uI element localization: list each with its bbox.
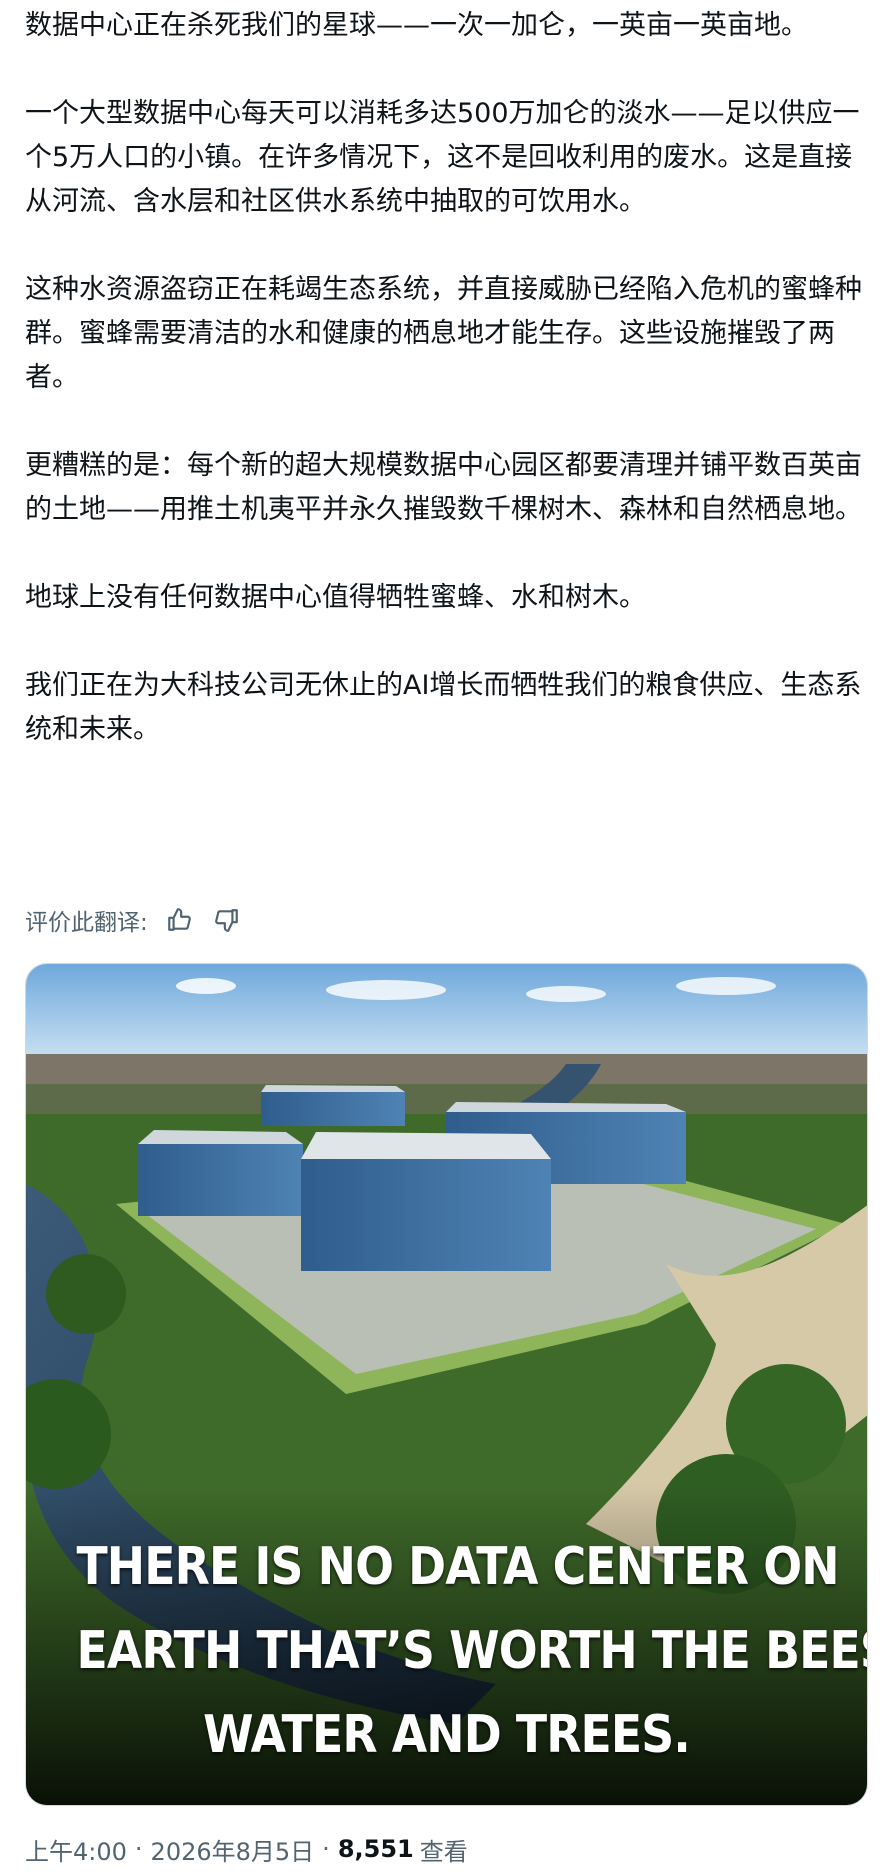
post-body: 数据中心正在杀死我们的星球——一次一加仑，一英亩一英亩地。 一个大型数据中心每天… <box>25 0 875 752</box>
post-paragraph-2: 一个大型数据中心每天可以消耗多达500万加仑的淡水——足以供应一个5万人口的小镇… <box>25 98 860 217</box>
separator-dot: · <box>134 1835 143 1863</box>
post-date[interactable]: 2026年8月5日 <box>151 1832 315 1867</box>
image-caption: THERE IS NO DATA CENTER ON EARTH THAT’S … <box>76 1525 868 1777</box>
post-meta: 上午4:00 · 2026年8月5日 · 8,551 查看 <box>25 1829 468 1869</box>
post-time[interactable]: 上午4:00 <box>25 1832 127 1867</box>
post-paragraph-6: 我们正在为大科技公司无休止的AI增长而牺牲我们的粮食供应、生态系统和未来。 <box>25 670 862 745</box>
thumbs-down-icon[interactable] <box>210 903 244 937</box>
post-paragraph-3: 这种水资源盗窃正在耗竭生态系统，并直接威胁已经陷入危机的蜜蜂种群。蜜蜂需要清洁的… <box>25 274 862 393</box>
separator-dot: · <box>322 1835 330 1863</box>
views-label: 查看 <box>419 1837 468 1866</box>
tweet-detail: 数据中心正在杀死我们的星球——一次一加仑，一英亩一英亩地。 一个大型数据中心每天… <box>0 0 891 1872</box>
post-paragraph-1: 数据中心正在杀死我们的星球——一次一加仑，一英亩一英亩地。 <box>25 10 808 41</box>
post-paragraph-4: 更糟糕的是：每个新的超大规模数据中心园区都要清理并铺平数百英亩的土地——用推土机… <box>25 450 862 525</box>
views-count: 8,551 <box>337 1835 414 1863</box>
post-paragraph-5: 地球上没有任何数据中心值得牺牲蜜蜂、水和树木。 <box>25 582 646 613</box>
thumbs-up-icon[interactable] <box>162 903 196 937</box>
caption-line-3: WATER AND TREES. <box>203 1705 691 1765</box>
caption-line-1: THERE IS NO DATA CENTER ON <box>76 1537 839 1597</box>
rate-translation: 评价此翻译: <box>25 900 244 940</box>
caption-line-2: EARTH THAT’S WORTH THE BEES, <box>76 1621 868 1681</box>
rate-translation-label: 评价此翻译: <box>25 910 148 936</box>
post-image[interactable]: THERE IS NO DATA CENTER ON EARTH THAT’S … <box>25 963 868 1806</box>
